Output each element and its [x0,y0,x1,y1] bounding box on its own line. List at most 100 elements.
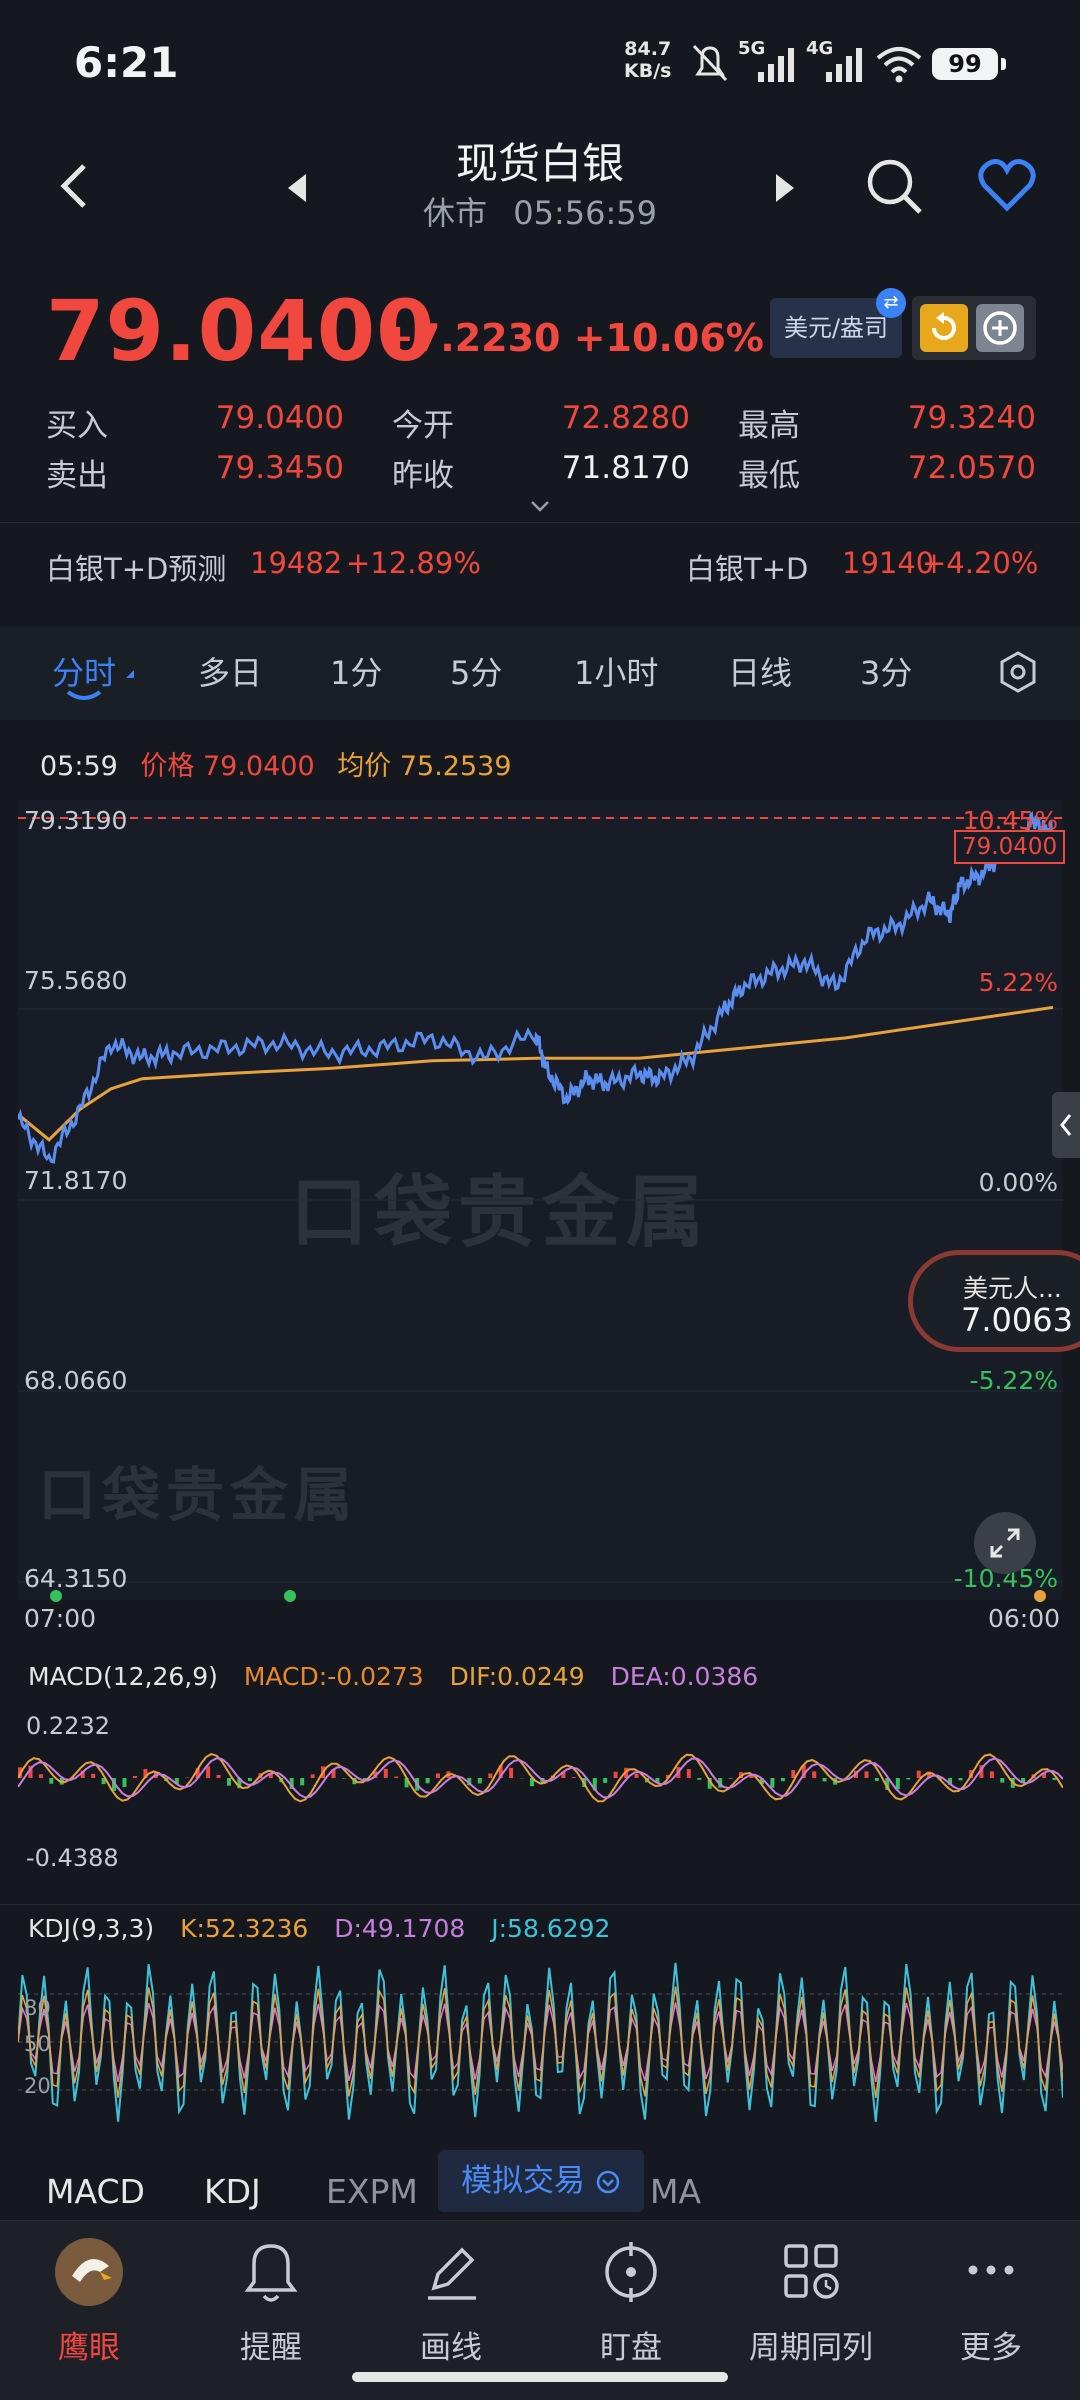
kdj-label-80: 80 [24,1996,51,2020]
change-percent: +10.06% [573,316,764,360]
high-value: 79.3240 [907,400,1036,436]
price-change: +7.2230 +10.06% [382,316,764,360]
chevron-down-circle-icon [596,2170,620,2194]
macd-bar [477,1778,482,1784]
high-label: 最高 [738,408,800,444]
macd-bar [341,1778,346,1779]
macd-header: MACD(12,26,9) MACD:-0.0273 DIF:0.0249 DE… [28,1662,758,1691]
favorite-heart-icon[interactable] [978,158,1036,212]
macd-bar [488,1773,493,1779]
macd-bar [91,1773,96,1779]
tab-1hour[interactable]: 1小时 [574,648,658,694]
x-label-end: 06:00 [988,1604,1061,1633]
macd-bar [686,1769,691,1779]
calculator-button[interactable] [976,304,1024,352]
market-status-label: 休市 [423,194,488,232]
pct-label-mid: 0.00% [978,1168,1058,1197]
tab-indicator-kdj[interactable]: KDJ [204,2172,261,2211]
nav-more[interactable]: 更多 [916,2226,1066,2367]
low-value: 72.0570 [907,450,1036,486]
pct-label-2: 5.22% [978,968,1058,997]
back-arrow-icon[interactable] [56,160,92,212]
macd-bar [864,1771,869,1778]
refresh-icon [932,312,956,340]
macd-bar [895,1778,900,1790]
search-icon[interactable] [864,156,924,216]
forecast-left-label[interactable]: 白银T+D预测 [46,546,226,588]
nav-eagle-eye-label: 鹰眼 [58,2330,120,2366]
macd-bar [958,1778,963,1781]
kdj-label-20: 20 [24,2074,51,2098]
macd-bar [613,1771,618,1778]
pencil-icon [428,2247,476,2300]
side-panel-toggle[interactable] [1052,1092,1080,1158]
forecast-right-pct: +4.20% [922,546,1039,580]
open-value: 72.8280 [561,400,690,436]
nav-draw[interactable]: 画线 [376,2226,526,2367]
status-time: 6:21 [74,38,179,87]
timeframe-tabs [0,626,1080,720]
tab-indicator-ma[interactable]: MA [650,2172,701,2211]
ask-label: 卖出 [46,458,108,494]
nav-eagle-eye[interactable]: 鹰眼 [14,2226,164,2367]
macd-bar [1000,1778,1005,1783]
market-status: 休市 05:56:59 [340,188,740,234]
eagle-avatar-icon [55,2238,123,2306]
macd-bar [425,1778,430,1784]
tab-multiday[interactable]: 多日 [198,648,262,694]
nav-period-compare[interactable]: 周期同列 [736,2226,886,2367]
chart-grid [18,817,1063,1583]
macd-bar [227,1778,231,1786]
forecast-right-label[interactable]: 白银T+D [686,546,808,588]
speed-unit: KB/s [624,60,672,82]
crosshair-info: 05:59 价格 79.0400 均价 75.2539 [40,744,512,783]
forecast-left-pct: +12.89% [346,546,481,580]
macd-bar [206,1766,211,1779]
calculator-icon [983,311,1017,345]
nav-draw-label: 画线 [420,2330,482,2366]
macd-bar [906,1778,911,1780]
signal-icon-2 [826,48,862,82]
refresh-button[interactable] [920,304,968,352]
kdj-label-50: 50 [24,2032,51,2056]
tab-intraday[interactable]: 分时 [52,648,116,694]
macd-bar [916,1770,921,1778]
network-speed: 84.7 KB/s [624,38,671,82]
low-label: 最低 [738,458,800,494]
prev-instrument-icon[interactable] [286,172,308,204]
chevron-left-icon [1060,1114,1072,1136]
current-price: 79.0400 [46,282,436,380]
macd-bar [310,1774,315,1779]
tab-3min[interactable]: 3分 [860,648,912,694]
nav-alert[interactable]: 提醒 [196,2226,346,2367]
settings-icon[interactable] [996,650,1040,694]
avg-price-line [18,1005,1054,1142]
kdj-title: KDJ(9,3,3) [28,1914,155,1943]
fx-label: 美元人... [963,1274,1062,1303]
expand-icon [990,1528,1020,1558]
y-label-bottom: 64.3150 [24,1564,128,1593]
tab-indicator-macd[interactable]: MACD [46,2172,145,2211]
bell-icon [244,2244,298,2302]
tab-daily[interactable]: 日线 [728,648,792,694]
fx-rate-widget[interactable]: 美元人... 7.0063 [908,1250,1080,1352]
sim-trade-button[interactable]: 模拟交易 [438,2150,644,2212]
expand-chevron-icon[interactable] [528,498,552,514]
y-label-2: 75.5680 [24,966,128,995]
next-instrument-icon[interactable] [774,172,796,204]
prev-close-value: 71.8170 [561,450,690,486]
prev-close-label: 昨收 [392,458,454,494]
info-price: 79.0400 [203,751,315,782]
nav-watch[interactable]: 盯盘 [556,2226,706,2367]
macd-bar [571,1777,576,1778]
market-clock: 05:56:59 [513,194,657,232]
swap-icon: ⇄ [876,288,906,318]
tab-active-indicator [66,690,102,700]
macd-dif: DIF:0.0249 [449,1662,585,1691]
tab-1min[interactable]: 1分 [330,648,382,694]
fullscreen-button[interactable] [974,1512,1036,1574]
signal-icon [758,48,794,82]
macd-bar [38,1774,43,1779]
tab-5min[interactable]: 5分 [450,648,502,694]
tab-indicator-expm[interactable]: EXPM [326,2172,418,2211]
